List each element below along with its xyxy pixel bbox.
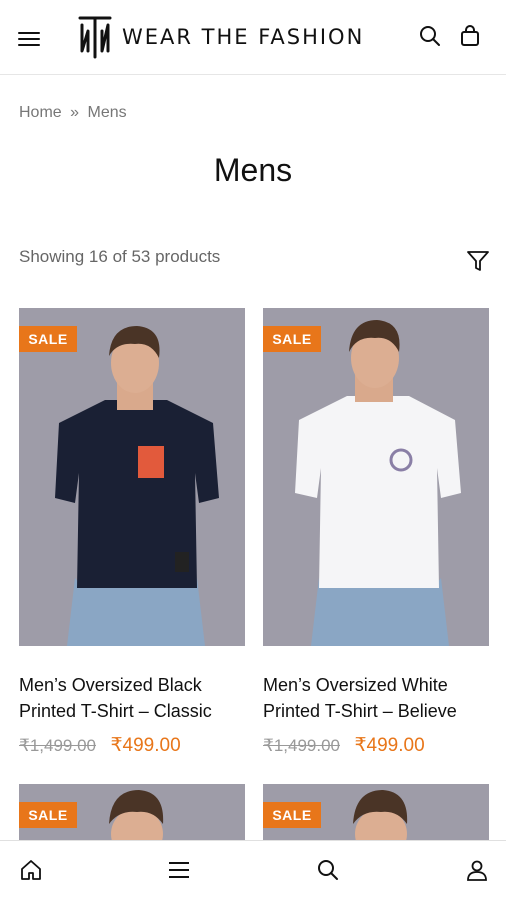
bottom-navigation — [0, 840, 506, 900]
home-icon[interactable] — [19, 858, 43, 882]
original-price: ₹1,499.00 — [263, 736, 340, 755]
product-name[interactable]: Men’s Oversized Black Printed T-Shirt – … — [19, 672, 259, 724]
breadcrumb: Home » Mens — [19, 104, 127, 122]
breadcrumb-separator: » — [70, 104, 80, 121]
product-name[interactable]: Men’s Oversized White Printed T-Shirt – … — [263, 672, 503, 724]
sale-badge: SALE — [263, 802, 321, 828]
brand-logo-mark-icon — [78, 16, 112, 59]
search-icon[interactable] — [316, 858, 340, 882]
brand-name: WEAR THE FASHION — [122, 25, 365, 49]
shopping-bag-icon[interactable] — [458, 24, 482, 48]
site-header: WEAR THE FASHION — [0, 0, 506, 75]
filter-icon[interactable] — [466, 248, 490, 274]
sale-badge: SALE — [19, 326, 77, 352]
sale-badge: SALE — [263, 326, 321, 352]
product-image[interactable]: SALE — [263, 784, 489, 840]
product-image[interactable]: SALE — [19, 308, 245, 646]
sale-price: ₹499.00 — [354, 735, 425, 756]
product-price: ₹1,499.00 ₹499.00 — [19, 734, 181, 757]
account-icon[interactable] — [465, 858, 489, 882]
menu-icon[interactable] — [167, 858, 191, 882]
search-icon[interactable] — [418, 24, 442, 48]
breadcrumb-current: Mens — [87, 104, 127, 121]
hamburger-menu-icon[interactable] — [18, 30, 40, 48]
shirt — [55, 400, 219, 588]
product-price: ₹1,499.00 ₹499.00 — [263, 734, 425, 757]
result-count: Showing 16 of 53 products — [19, 247, 221, 266]
product-photo — [19, 308, 245, 646]
page-title: Mens — [213, 152, 293, 188]
sale-price: ₹499.00 — [110, 735, 181, 756]
product-photo — [263, 308, 489, 646]
sale-badge: SALE — [19, 802, 77, 828]
brand-logo[interactable]: WEAR THE FASHION — [78, 14, 364, 60]
original-price: ₹1,499.00 — [19, 736, 96, 755]
product-image[interactable]: SALE — [263, 308, 489, 646]
product-image[interactable]: SALE — [19, 784, 245, 840]
breadcrumb-home-link[interactable]: Home — [19, 104, 62, 121]
